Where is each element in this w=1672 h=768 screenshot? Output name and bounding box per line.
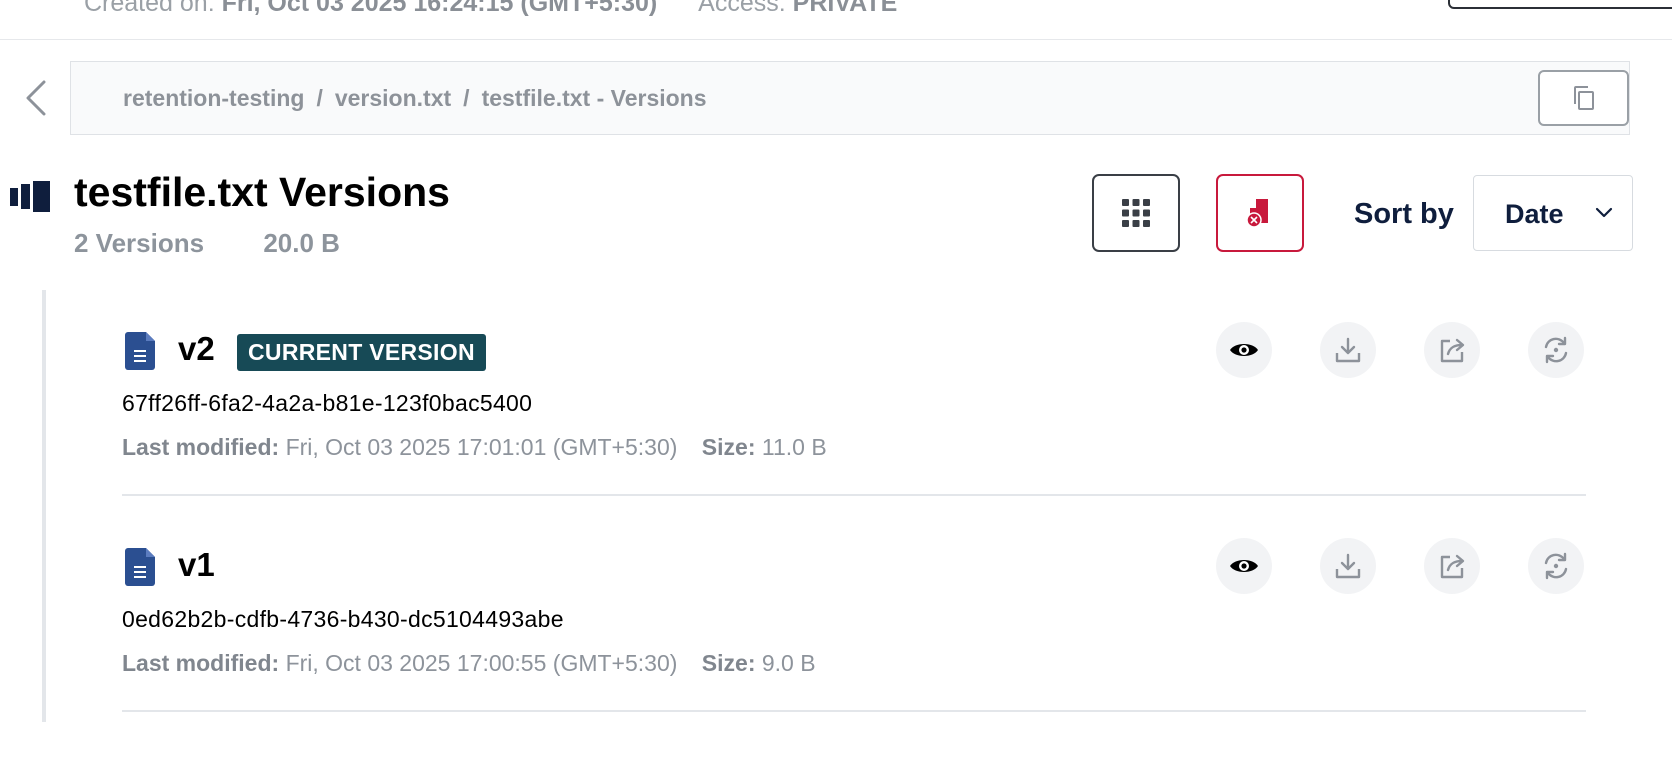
sort-select[interactable]: Date — [1473, 175, 1633, 251]
grid-icon — [1122, 199, 1150, 227]
restore-icon — [1544, 552, 1568, 580]
view-button[interactable] — [1216, 322, 1272, 378]
share-icon — [1440, 554, 1465, 579]
version-name[interactable]: v1 — [178, 548, 215, 581]
object-info-strip: Created on: Fri, Oct 03 2025 16:24:15 (G… — [0, 0, 1672, 40]
share-button[interactable] — [1424, 322, 1480, 378]
chevron-left-icon — [26, 80, 45, 116]
restore-button[interactable] — [1528, 322, 1584, 378]
access-value: PRIVATE — [792, 0, 898, 17]
version-timeline-line — [42, 290, 46, 722]
breadcrumb-separator: / — [316, 85, 323, 111]
size-label: Size: — [701, 434, 756, 460]
breadcrumb-item-current: testfile.txt - Versions — [481, 85, 707, 111]
restore-button[interactable] — [1528, 538, 1584, 594]
chevron-down-icon — [1595, 207, 1613, 218]
last-modified-value: Fri, Oct 03 2025 17:00:55 (GMT+5:30) — [285, 650, 678, 676]
version-summary: 2 Versions 20.0 B — [74, 228, 340, 259]
file-icon — [125, 332, 155, 370]
total-size: 20.0 B — [263, 228, 340, 258]
copy-path-button[interactable] — [1538, 70, 1629, 126]
created-label: Created on: — [84, 0, 215, 17]
size-value: 9.0 B — [761, 650, 816, 676]
download-icon — [1335, 553, 1361, 579]
sort-label: Sort by — [1354, 198, 1454, 230]
back-button[interactable] — [0, 61, 71, 135]
delete-versions-icon — [1246, 199, 1268, 228]
top-action-button[interactable] — [1448, 0, 1672, 9]
download-button[interactable] — [1320, 538, 1376, 594]
eye-icon — [1230, 344, 1258, 356]
page-title: testfile.txt Versions — [74, 169, 450, 215]
last-modified-label: Last modified: — [122, 650, 280, 676]
sort-value: Date — [1505, 199, 1564, 229]
last-modified-value: Fri, Oct 03 2025 17:01:01 (GMT+5:30) — [285, 434, 678, 460]
download-icon — [1335, 337, 1361, 363]
breadcrumb-item-object[interactable]: version.txt — [335, 85, 451, 111]
share-icon — [1440, 338, 1465, 363]
download-button[interactable] — [1320, 322, 1376, 378]
copy-icon — [1573, 86, 1594, 110]
view-button[interactable] — [1216, 538, 1272, 594]
version-meta: Last modified: Fri, Oct 03 2025 17:00:55… — [122, 650, 816, 677]
breadcrumb-separator: / — [463, 85, 470, 111]
breadcrumb-bar: retention-testing / version.txt / testfile.t… — [70, 61, 1630, 135]
size-label: Size: — [701, 650, 756, 676]
breadcrumb-item-bucket[interactable]: retention-testing — [123, 85, 304, 111]
version-name[interactable]: v2 — [178, 332, 215, 365]
delete-versions-button[interactable] — [1216, 174, 1304, 252]
versions-count: 2 Versions — [74, 228, 205, 258]
share-button[interactable] — [1424, 538, 1480, 594]
grid-view-button[interactable] — [1092, 174, 1180, 252]
version-id: 67ff26ff-6fa2-4a2a-b81e-123f0bac5400 — [122, 390, 533, 416]
current-version-badge: CURRENT VERSION — [237, 334, 486, 371]
access-label: Access: — [698, 0, 786, 17]
version-item: v1 0ed62b2b-cdfb-4736-b430-dc5104493abe … — [122, 506, 1586, 712]
created-value: Fri, Oct 03 2025 16:24:15 (GMT+5:30) — [221, 0, 658, 17]
bucket-icon — [10, 181, 50, 212]
version-id: 0ed62b2b-cdfb-4736-b430-dc5104493abe — [122, 606, 564, 632]
version-meta: Last modified: Fri, Oct 03 2025 17:01:01… — [122, 434, 827, 461]
version-item: v2 CURRENT VERSION 67ff26ff-6fa2-4a2a-b8… — [122, 290, 1586, 496]
object-meta: Created on: Fri, Oct 03 2025 16:24:15 (G… — [84, 0, 897, 18]
breadcrumb: retention-testing / version.txt / testfile.t… — [123, 85, 707, 112]
restore-icon — [1544, 336, 1568, 364]
eye-icon — [1230, 560, 1258, 572]
file-icon — [125, 548, 155, 586]
last-modified-label: Last modified: — [122, 434, 280, 460]
size-value: 11.0 B — [761, 434, 827, 460]
